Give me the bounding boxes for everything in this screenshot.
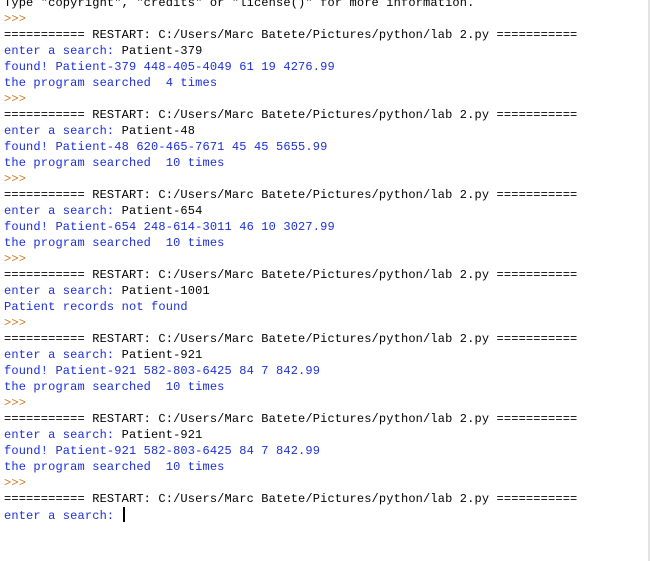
restart-line: =========== RESTART: C:/Users/Marc Batet…	[4, 492, 578, 506]
shell-prompt: >>>	[4, 252, 27, 266]
text-cursor	[122, 507, 125, 522]
search-result: found! Patient-921 582-803-6425 84 7 842…	[4, 444, 321, 458]
restart-line: =========== RESTART: C:/Users/Marc Batet…	[4, 412, 578, 426]
search-result: found! Patient-48 620-465-7671 45 45 565…	[4, 140, 328, 154]
search-result: Patient records not found	[4, 300, 188, 314]
user-input-text: Patient-379	[121, 44, 203, 58]
search-result: found! Patient-379 448-405-4049 61 19 42…	[4, 60, 335, 74]
input-line: enter a search: Patient-921	[4, 427, 577, 443]
search-result: found! Patient-921 582-803-6425 84 7 842…	[4, 364, 321, 378]
input-label: enter a search:	[4, 44, 122, 58]
input-line: enter a search: Patient-48	[4, 123, 577, 139]
restart-line: =========== RESTART: C:/Users/Marc Batet…	[4, 188, 578, 202]
header-line: Type "copyright", "credits" or "license(…	[4, 0, 475, 10]
shell-prompt: >>>	[4, 172, 27, 186]
restart-line: =========== RESTART: C:/Users/Marc Batet…	[4, 332, 578, 346]
active-input-line[interactable]: enter a search:	[4, 507, 577, 523]
input-line: enter a search: Patient-379	[4, 43, 577, 59]
search-count: the program searched 4 times	[4, 76, 218, 90]
input-line: enter a search: Patient-921	[4, 347, 577, 363]
user-input-text: Patient-921	[121, 428, 203, 442]
user-input-text: Patient-654	[121, 204, 203, 218]
input-label: enter a search:	[4, 284, 122, 298]
search-result: found! Patient-654 248-614-3011 46 10 30…	[4, 220, 335, 234]
restart-line: =========== RESTART: C:/Users/Marc Batet…	[4, 108, 578, 122]
input-label: enter a search:	[4, 204, 122, 218]
shell-prompt: >>>	[4, 92, 27, 106]
restart-line: =========== RESTART: C:/Users/Marc Batet…	[4, 28, 578, 42]
user-input-text: Patient-48	[121, 124, 196, 138]
input-label: enter a search:	[4, 124, 122, 138]
shell-prompt: >>>	[4, 316, 27, 330]
shell-prompt: >>>	[4, 12, 27, 26]
shell-lines: Type "copyright", "credits" or "license(…	[4, 0, 577, 523]
user-input-text: Patient-921	[121, 348, 203, 362]
python-shell-output[interactable]: Type "copyright", "credits" or "license(…	[0, 0, 642, 561]
user-input-text: Patient-1001	[121, 284, 210, 298]
input-line: enter a search: Patient-654	[4, 203, 577, 219]
input-label: enter a search:	[4, 348, 122, 362]
restart-line: =========== RESTART: C:/Users/Marc Batet…	[4, 268, 578, 282]
shell-prompt: >>>	[4, 476, 27, 490]
shell-prompt: >>>	[4, 396, 27, 410]
search-count: the program searched 10 times	[4, 380, 225, 394]
search-count: the program searched 10 times	[4, 156, 225, 170]
input-label: enter a search:	[4, 509, 122, 523]
search-count: the program searched 10 times	[4, 236, 225, 250]
input-line: enter a search: Patient-1001	[4, 283, 577, 299]
search-count: the program searched 10 times	[4, 460, 225, 474]
input-label: enter a search:	[4, 428, 122, 442]
